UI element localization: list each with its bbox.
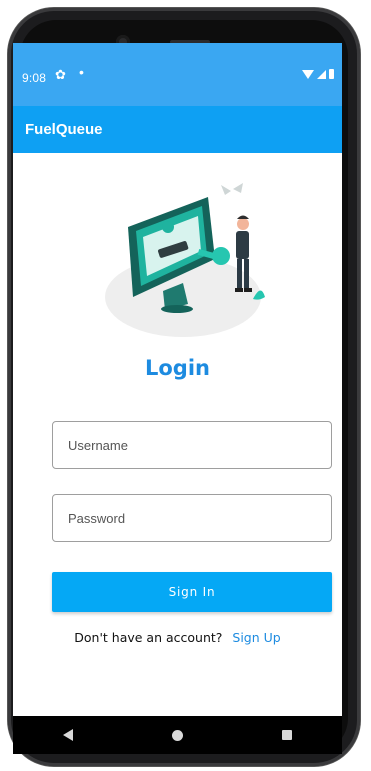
recents-icon[interactable] <box>282 730 293 740</box>
username-input[interactable] <box>66 436 331 454</box>
wifi-icon <box>302 69 314 79</box>
gear-icon: ✿ <box>55 67 66 82</box>
app-screen: 9:08 ✿ • FuelQueue Login Username Sign I… <box>13 43 342 716</box>
app-bar: FuelQueue <box>13 106 342 153</box>
signal-icon <box>317 69 326 79</box>
sign-up-link[interactable]: Sign Up <box>232 630 280 645</box>
home-icon[interactable] <box>171 729 183 741</box>
notification-dot-icon: • <box>79 64 84 80</box>
username-field[interactable] <box>52 421 332 469</box>
app-title: FuelQueue <box>25 121 103 138</box>
system-nav-bar <box>13 716 342 754</box>
signup-row: Don't have an account? Sign Up <box>13 630 342 645</box>
battery-icon <box>329 69 334 79</box>
sign-in-button[interactable]: Sign In <box>52 572 332 612</box>
signup-prompt: Don't have an account? <box>74 630 223 645</box>
status-time: 9:08 <box>22 71 47 85</box>
login-content: Login Sign In Don't have an account? Sig… <box>13 153 342 716</box>
back-icon[interactable] <box>62 729 73 741</box>
login-title: Login <box>145 356 210 380</box>
status-bar: 9:08 ✿ • <box>13 43 342 106</box>
status-icons <box>302 69 334 79</box>
password-field[interactable] <box>52 494 332 542</box>
login-illustration <box>105 183 265 337</box>
password-input[interactable] <box>66 509 331 527</box>
